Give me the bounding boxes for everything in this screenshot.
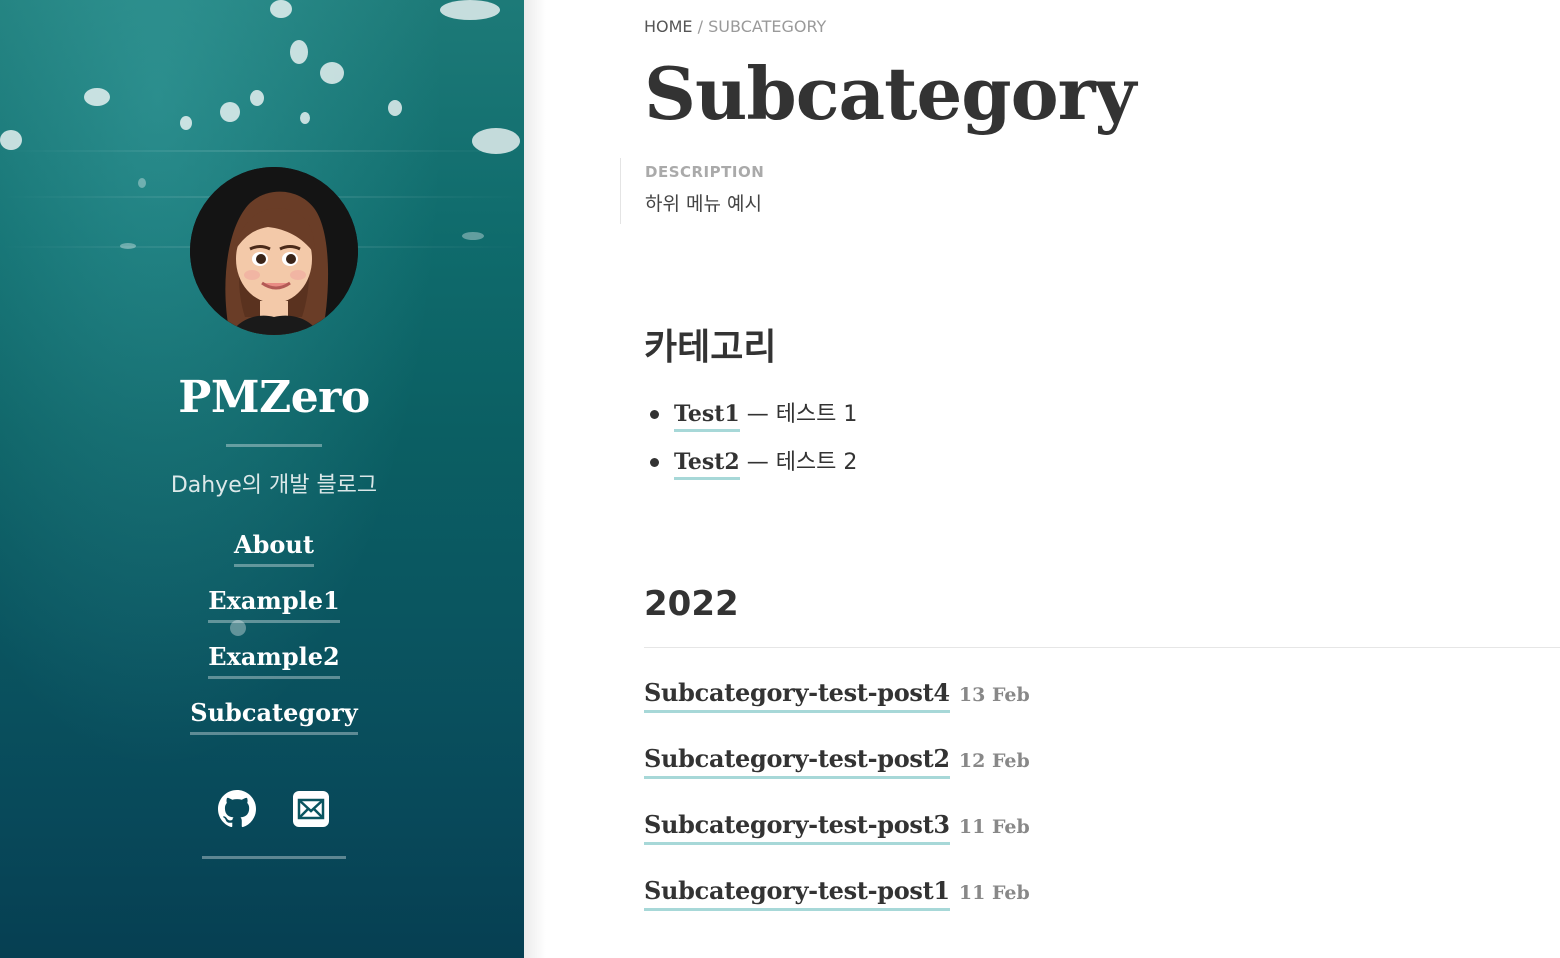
bubble-decoration: [84, 88, 110, 106]
post-link[interactable]: Subcategory-test-post4: [644, 678, 950, 713]
bubble-decoration: [250, 90, 264, 106]
site-title[interactable]: PMZero: [0, 372, 524, 423]
sidebar: PMZero Dahye의 개발 블로그 About Example1 Exam…: [0, 0, 524, 958]
bubble-decoration: [320, 62, 344, 84]
post-link[interactable]: Subcategory-test-post1: [644, 876, 950, 911]
nav-item-example1[interactable]: Example1: [208, 586, 340, 623]
bullet-icon: [650, 458, 659, 467]
archive-divider: [644, 647, 1560, 648]
bubble-decoration: [138, 178, 146, 188]
archive-year-heading: 2022: [644, 584, 739, 624]
post-item: Subcategory-test-post3 11 Feb: [644, 810, 1030, 876]
category-description: — 테스트 2: [746, 450, 858, 475]
post-date: 13 Feb: [958, 684, 1030, 706]
mail-icon[interactable]: [292, 790, 330, 828]
main-content: HOME / SUBCATEGORY Subcategory DESCRIPTI…: [620, 0, 1560, 958]
post-date: 11 Feb: [958, 882, 1030, 904]
post-link[interactable]: Subcategory-test-post3: [644, 810, 950, 845]
bubble-decoration: [180, 116, 192, 130]
bubble-decoration: [0, 130, 22, 150]
wave-decoration: [0, 150, 524, 152]
breadcrumb-home[interactable]: HOME: [644, 17, 693, 36]
categories-heading: 카테고리: [644, 327, 777, 368]
sidebar-nav: About Example1 Example2 Subcategory: [0, 530, 524, 754]
bubble-decoration: [270, 0, 292, 18]
description-text: 하위 메뉴 예시: [645, 193, 762, 215]
category-link-test2[interactable]: Test2: [674, 449, 740, 480]
post-link[interactable]: Subcategory-test-post2: [644, 744, 950, 779]
bubble-decoration: [462, 232, 484, 240]
category-link-test1[interactable]: Test1: [674, 401, 740, 432]
page-title: Subcategory: [644, 51, 1136, 136]
post-date: 11 Feb: [958, 816, 1030, 838]
bullet-icon: [650, 410, 659, 419]
breadcrumb-current: SUBCATEGORY: [708, 17, 827, 36]
category-description: — 테스트 1: [746, 402, 858, 427]
github-icon[interactable]: [218, 790, 256, 828]
description-label: DESCRIPTION: [645, 163, 765, 181]
bubble-decoration: [440, 0, 500, 20]
post-date: 12 Feb: [958, 750, 1030, 772]
avatar-image: [190, 167, 358, 335]
sidebar-divider: [202, 856, 346, 859]
description-block: DESCRIPTION 하위 메뉴 예시: [620, 158, 764, 224]
list-item: Test2 — 테스트 2: [644, 444, 857, 492]
bubble-decoration: [290, 40, 308, 64]
nav-item-about[interactable]: About: [234, 530, 314, 567]
post-item: Subcategory-test-post1 11 Feb: [644, 876, 1030, 942]
post-list: Subcategory-test-post4 13 Feb Subcategor…: [644, 678, 1030, 942]
avatar: [190, 167, 358, 335]
bubble-decoration: [388, 100, 402, 116]
nav-item-example2[interactable]: Example2: [208, 642, 340, 679]
post-item: Subcategory-test-post4 13 Feb: [644, 678, 1030, 744]
list-item: Test1 — 테스트 1: [644, 396, 857, 444]
bubble-decoration: [220, 102, 240, 122]
sidebar-shadow: [524, 0, 546, 958]
breadcrumb: HOME / SUBCATEGORY: [644, 17, 826, 36]
site-tagline: Dahye의 개발 블로그: [170, 473, 378, 498]
categories-list: Test1 — 테스트 1 Test2 — 테스트 2: [644, 396, 857, 492]
social-links: [218, 790, 330, 830]
post-item: Subcategory-test-post2 12 Feb: [644, 744, 1030, 810]
bubble-decoration: [300, 112, 310, 124]
breadcrumb-separator: /: [697, 17, 704, 36]
nav-item-subcategory[interactable]: Subcategory: [190, 698, 358, 735]
title-divider: [226, 444, 322, 447]
